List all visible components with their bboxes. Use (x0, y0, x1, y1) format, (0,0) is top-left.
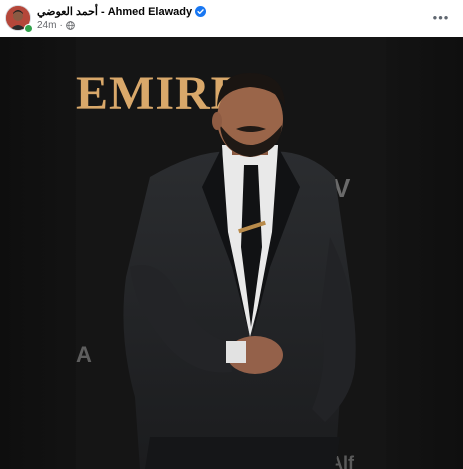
meta-separator: · (59, 19, 63, 31)
post-meta-row: 24m · (37, 19, 75, 31)
post-photo-image: EMIRE V A Alf (0, 37, 463, 469)
verified-badge-icon (195, 5, 207, 17)
post-photo[interactable]: EMIRE V A Alf (0, 37, 463, 469)
post-header: أحمد العوضي - Ahmed Elawady 24m · ••• (0, 0, 463, 37)
online-status-dot (24, 24, 33, 33)
facebook-post: أحمد العوضي - Ahmed Elawady 24m · ••• EM… (0, 0, 463, 469)
author-name[interactable]: أحمد العوضي - Ahmed Elawady (37, 5, 192, 18)
author-name-row: أحمد العوضي - Ahmed Elawady (37, 4, 207, 18)
post-timestamp[interactable]: 24m (37, 20, 56, 31)
globe-icon[interactable] (65, 20, 75, 30)
svg-text:A: A (76, 342, 92, 367)
more-options-icon[interactable]: ••• (431, 8, 451, 26)
